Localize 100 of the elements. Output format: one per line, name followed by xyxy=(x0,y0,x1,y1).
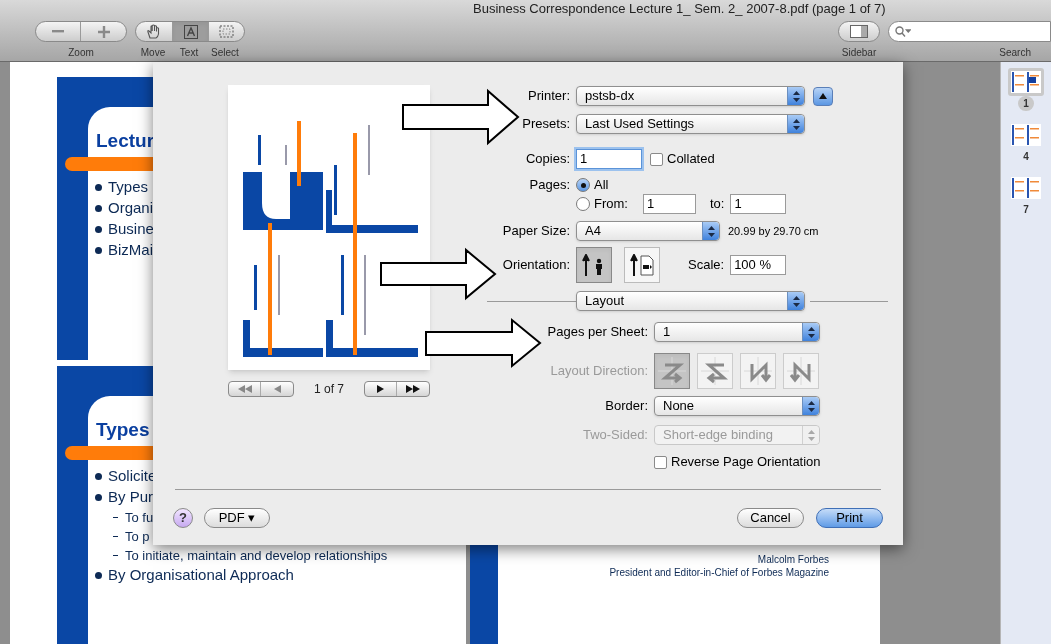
stepper-arrows-icon xyxy=(792,90,800,102)
radio-label: All xyxy=(594,176,609,195)
double-right-arrow-icon xyxy=(406,385,420,393)
dash-icon xyxy=(113,536,118,537)
layout-direction-icon xyxy=(698,354,732,388)
field-label: Pages per Sheet: xyxy=(546,323,648,342)
field-label: Orientation: xyxy=(501,256,570,275)
from-page-field[interactable]: 1 xyxy=(642,194,696,214)
to-page-field[interactable]: 1 xyxy=(730,194,787,214)
field-label: Pages: xyxy=(528,176,570,195)
bullet-icon xyxy=(95,473,102,480)
up-triangle-icon xyxy=(819,93,827,99)
stepper-arrows-icon xyxy=(807,429,815,441)
stepper-arrows-icon xyxy=(807,400,815,412)
field-label: Layout Direction: xyxy=(549,362,648,381)
radio-button[interactable] xyxy=(576,197,590,211)
orientation-button[interactable] xyxy=(576,247,612,283)
reverse-orientation-label: Reverse Page Orientation xyxy=(671,453,821,472)
toolbar-label: Text xyxy=(178,46,200,60)
slide-title: Types xyxy=(96,418,151,442)
bullet-icon xyxy=(95,247,102,254)
page-number: 7 xyxy=(1022,203,1030,217)
bullet-text: BizMai xyxy=(108,240,153,261)
search-icon xyxy=(895,26,911,37)
window-title: Business Correspondence Lecture 1_ Sem. 2_ 2007-8.pdf (page 1 of 7) xyxy=(473,1,886,17)
zoom-control[interactable] xyxy=(35,21,127,42)
page-thumbnail[interactable] xyxy=(1008,174,1044,202)
page-number: 1 xyxy=(1018,96,1034,111)
radio-label: From: xyxy=(594,195,628,214)
tool-selector[interactable] xyxy=(135,21,245,42)
page-indicator: 1 of 7 xyxy=(314,381,344,398)
field-label: Paper Size: xyxy=(501,222,570,241)
bullet-icon xyxy=(95,572,102,579)
text-tool-icon xyxy=(183,24,198,39)
dialog-button[interactable]: Cancel xyxy=(737,508,804,528)
marquee-select-icon xyxy=(219,25,234,38)
copies-field[interactable]: 1 xyxy=(576,149,642,169)
double-left-arrow-icon xyxy=(237,385,252,393)
page-navigation-control[interactable] xyxy=(364,381,430,397)
section-dropdown[interactable]: Layout xyxy=(576,291,805,311)
stepper-arrows-icon xyxy=(792,118,800,130)
stepper-arrows-icon xyxy=(707,225,715,237)
left-arrow-icon xyxy=(273,385,281,393)
sub-bullet-text: To fu xyxy=(125,508,154,527)
quote-attribution: Malcolm Forbes xyxy=(757,553,829,566)
search-field[interactable] xyxy=(888,21,1051,42)
layout-direction-icon xyxy=(655,354,689,388)
presets-dropdown[interactable]: Last Used Settings xyxy=(576,114,805,134)
bullet-icon xyxy=(95,494,102,501)
page-thumbnail[interactable] xyxy=(1008,68,1044,96)
stepper-arrows-icon xyxy=(807,326,815,338)
hand-icon xyxy=(146,24,162,39)
collated-checkbox[interactable] xyxy=(650,152,663,166)
right-arrow-icon xyxy=(377,385,384,393)
field-label: to: xyxy=(709,195,725,214)
printer-dropdown[interactable]: pstsb-dx xyxy=(576,86,805,106)
paper-size-dropdown[interactable]: A4 xyxy=(576,221,720,241)
bullet-icon xyxy=(95,205,102,212)
dialog-button[interactable]: Print xyxy=(816,508,883,528)
orientation-button[interactable] xyxy=(624,247,660,283)
quote-attribution: President and Editor-in-Chief of Forbes Magazine xyxy=(609,566,829,579)
layout-direction-icon xyxy=(784,354,818,388)
sub-bullet-text: To p xyxy=(125,527,150,546)
field-label: Two-Sided: xyxy=(581,426,648,445)
bullet-text: Types xyxy=(108,177,149,198)
field-label: Copies: xyxy=(524,150,570,169)
pdf-button[interactable]: PDF ▾ xyxy=(204,508,270,528)
toolbar-label: Sidebar xyxy=(841,46,877,60)
field-label: Scale: xyxy=(688,256,725,275)
toolbar-label: Move xyxy=(139,46,167,60)
bullet-text: Busine xyxy=(108,219,154,240)
help-button[interactable]: ? xyxy=(173,508,193,528)
page-number: 4 xyxy=(1022,150,1030,164)
collated-label: Collated xyxy=(667,150,715,169)
bullet-text: Organi xyxy=(108,198,154,219)
dash-icon xyxy=(113,555,118,556)
stepper-arrows-icon xyxy=(792,295,800,307)
sidebar-button[interactable] xyxy=(838,21,880,42)
toolbar-label: Zoom xyxy=(68,46,94,60)
bullet-icon xyxy=(95,226,102,233)
bullet-icon xyxy=(95,184,102,191)
radio-button[interactable] xyxy=(576,178,590,192)
sub-bullet-text: To initiate, maintain and develop relationships xyxy=(125,546,388,565)
bullet-text: By Pur xyxy=(108,487,153,508)
field-label: Presets: xyxy=(521,115,570,134)
disclosure-button[interactable] xyxy=(813,86,833,106)
dash-icon xyxy=(113,517,118,518)
sidebar-icon xyxy=(850,25,868,38)
minus-icon xyxy=(52,30,64,33)
page-thumbnail[interactable] xyxy=(1008,121,1044,149)
bullet-text: By Organisational Approach xyxy=(108,565,294,586)
slide-title: Lectur xyxy=(96,129,156,153)
scale-field[interactable]: 100 % xyxy=(730,255,787,275)
tool-button[interactable] xyxy=(172,22,208,41)
pages-per-sheet-dropdown[interactable]: 1 xyxy=(654,322,820,342)
reverse-orientation-checkbox[interactable] xyxy=(654,455,667,469)
border-dropdown[interactable]: None xyxy=(654,396,820,416)
paper-dimensions: 20.99 by 29.70 cm xyxy=(728,223,819,239)
plus-icon xyxy=(97,25,110,38)
toolbar-label: Select xyxy=(210,46,240,60)
